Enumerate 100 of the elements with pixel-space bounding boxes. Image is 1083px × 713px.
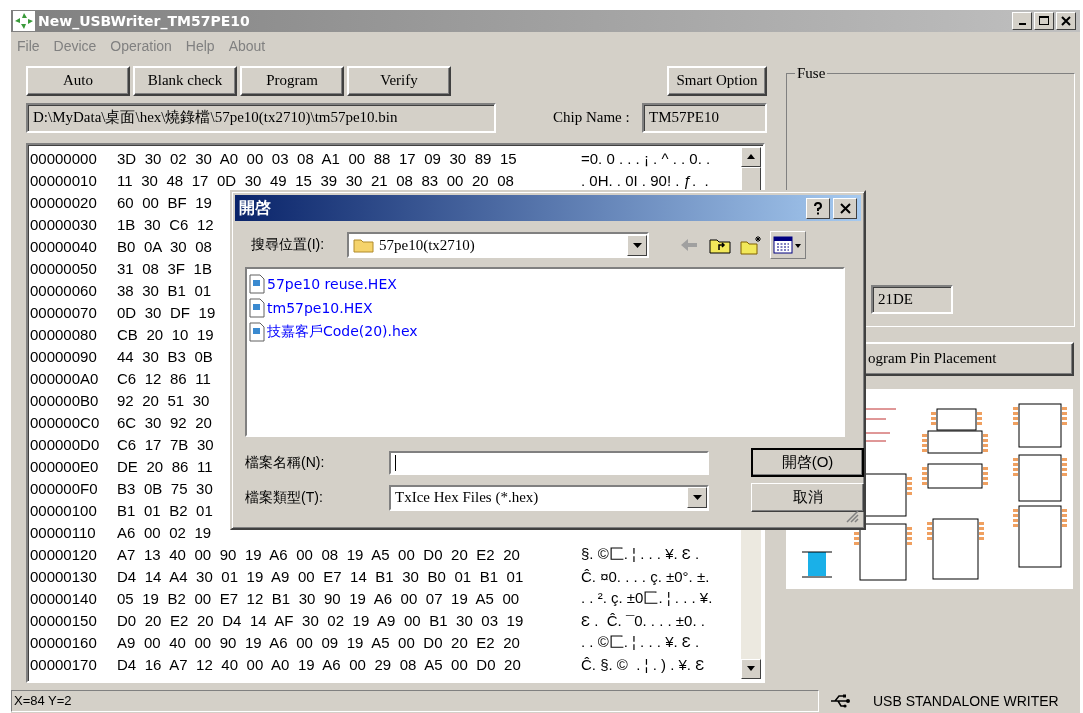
look-in-label: 搜尋位置(I): (250, 236, 326, 254)
hex-address: 00000050 (30, 260, 98, 278)
file-path-field[interactable]: D:\MyData\桌面\hex\燒錄檔\57pe10(tx2710)\tm57pe10.bin (26, 102, 496, 133)
scroll-down-button[interactable] (741, 658, 761, 679)
hex-address: 000000B0 (30, 392, 100, 410)
file-name-label: 檔案名稱(N): (245, 453, 326, 472)
hex-bytes: 6C 30 92 20 (117, 414, 212, 432)
hex-address: 000000A0 (30, 370, 100, 388)
hex-file-entry[interactable]: 57pe10 reuse.HEX (267, 276, 397, 292)
hex-bytes: A6 00 02 19 (117, 524, 212, 542)
usb-icon (829, 692, 851, 709)
hex-address: 00000110 (30, 524, 97, 542)
hex-bytes: 05 19 B2 00 E7 12 B1 30 90 19 A6 00 07 19 A5 00 (117, 590, 521, 608)
caret-icon (632, 242, 642, 248)
ascii-text: Ɛ . Ĉ. ¯0. . . . ±0. . (581, 612, 705, 630)
hex-bytes: D4 14 A4 30 01 19 A9 00 E7 14 B1 30 B0 01 B1 01 (117, 568, 525, 586)
hex-bytes: D0 20 E2 20 D4 14 AF 30 02 19 A9 00 B1 30 03 19 (117, 612, 525, 630)
hex-bytes: C6 12 86 11 (117, 370, 211, 388)
hex-bytes: 44 30 B3 0B (117, 348, 213, 366)
file-icon (249, 298, 265, 318)
hex-bytes: 38 30 B1 01 (117, 282, 212, 300)
hex-bytes: A9 00 40 00 90 19 A6 00 09 19 A5 00 D0 20 E2 20 (117, 634, 521, 652)
help-button[interactable] (806, 197, 830, 219)
hex-bytes: 3D 30 02 30 A0 00 03 08 A1 00 88 17 09 30 89 15 (117, 150, 518, 168)
hex-address: 00000170 (30, 656, 98, 674)
hex-address: 00000030 (30, 216, 98, 234)
hex-address: 00000040 (30, 238, 98, 256)
hex-file-entry[interactable]: 技嘉客戶Code(20).hex (267, 323, 418, 341)
hex-address: 00000160 (30, 634, 98, 652)
up-arrow-icon (747, 154, 755, 160)
hex-address: 00000120 (30, 546, 98, 564)
hex-address: 000000E0 (30, 458, 100, 476)
hex-address: 00000060 (30, 282, 98, 300)
hex-bytes: C6 17 7B 30 (117, 436, 214, 454)
close-button[interactable] (1056, 11, 1076, 30)
hex-bytes: 0D 30 DF 19 (117, 304, 216, 322)
file-icon (249, 274, 265, 294)
hex-address: 00000070 (30, 304, 98, 322)
scroll-up-button[interactable] (741, 146, 761, 167)
hex-bytes: DE 20 86 11 (117, 458, 213, 476)
dropdown-button[interactable] (627, 234, 647, 256)
hex-bytes: B3 0B 75 30 (117, 480, 213, 498)
hex-bytes: 1B 30 C6 12 (117, 216, 214, 234)
toolbar-button[interactable]: Program (240, 65, 344, 96)
ascii-text: Ĉ. ¤0. . . . ç. ±0°. ±. (581, 568, 710, 586)
minimize-button[interactable] (1012, 11, 1032, 30)
hex-address: 00000140 (30, 590, 98, 608)
toolbar-button[interactable]: Auto (26, 65, 130, 96)
hex-bytes: 60 00 BF 19 (117, 194, 212, 212)
ascii-text: Ĉ. §. © . ¦ . ) . ¥. Ɛ (581, 656, 705, 674)
new-folder-icon[interactable] (739, 234, 763, 256)
help-icon (813, 201, 823, 215)
close-icon (1061, 15, 1071, 26)
hex-address: 000000C0 (30, 414, 101, 432)
dropdown-button[interactable] (687, 487, 707, 508)
hex-bytes: CB 20 10 19 (117, 326, 214, 344)
hex-address: 000000D0 (30, 436, 101, 454)
chip-name-label: Chip Name : (553, 109, 631, 127)
ascii-text: §. ©匚. ¦ . . . ¥. Ɛ . (581, 545, 700, 565)
hex-address: 00000150 (30, 612, 98, 630)
toolbar-button[interactable]: Verify (347, 65, 451, 96)
hex-bytes: 31 08 3F 1B (117, 260, 212, 278)
hex-bytes: D4 16 A7 12 40 00 A0 19 A6 00 29 08 A5 00 D0 20 (117, 656, 522, 674)
hex-address: 00000020 (30, 194, 98, 212)
look-in-dropdown[interactable]: 57pe10(tx2710) (347, 232, 649, 258)
hex-address: 00000090 (30, 348, 98, 366)
open-button[interactable]: 開啓(O) (751, 448, 864, 477)
down-arrow-icon (747, 666, 755, 672)
cancel-button[interactable]: 取消 (751, 483, 864, 512)
fuse-field[interactable]: 21DE (871, 284, 953, 314)
hex-file-entry[interactable]: tm57pe10.HEX (267, 300, 373, 316)
ascii-text: . . ². ç. ±0匚. ¦ . . . ¥. (581, 589, 713, 609)
hex-bytes: 92 20 51 30 (117, 392, 210, 410)
hex-bytes: A7 13 40 00 90 19 A6 00 08 19 A5 00 D0 20 E2 20 (117, 546, 521, 564)
folder-icon (353, 236, 375, 254)
maximize-button[interactable] (1034, 11, 1054, 30)
resize-grip[interactable] (845, 509, 859, 523)
hex-address: 00000000 (30, 150, 98, 168)
cursor-position: X=84 Y=2 (14, 693, 72, 709)
device-label: USB STANDALONE WRITER (873, 692, 1059, 709)
dialog-title: 開啓 (239, 197, 272, 218)
toolbar-button[interactable]: Blank check (133, 65, 237, 96)
hex-address: 00000080 (30, 326, 98, 344)
hex-bytes: B0 0A 30 08 (117, 238, 212, 256)
view-menu-button[interactable] (770, 231, 806, 259)
hex-address: 00000100 (30, 502, 98, 520)
caret-icon (692, 495, 702, 500)
file-type-dropdown[interactable]: TxIce Hex Files (*.hex) (389, 484, 709, 511)
hex-address: 00000010 (30, 172, 98, 190)
file-type-label: 檔案類型(T): (245, 488, 324, 507)
chip-name-field[interactable]: TM57PE10 (642, 102, 767, 133)
close-button[interactable] (833, 197, 857, 219)
hex-address: 000000F0 (30, 480, 99, 498)
close-icon (839, 202, 851, 214)
smart-option-button[interactable]: Smart Option (667, 65, 767, 96)
hex-bytes: B1 01 B2 01 (117, 502, 213, 520)
hex-address: 00000130 (30, 568, 98, 586)
file-name-field[interactable] (389, 450, 709, 475)
ascii-text: . 0H. . 0I . 90! . ƒ. . (581, 172, 709, 190)
minimize-icon (1018, 23, 1026, 26)
